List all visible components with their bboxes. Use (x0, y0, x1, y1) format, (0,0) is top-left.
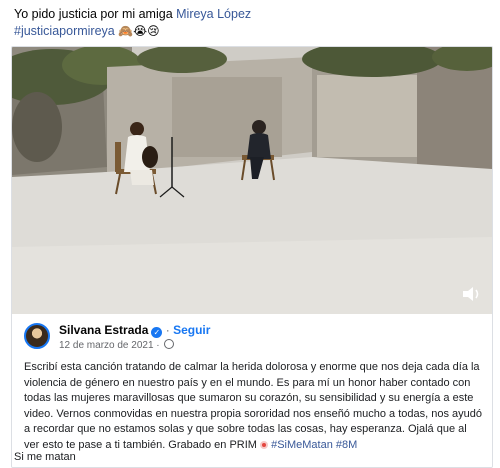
verified-icon: ✓ (151, 327, 163, 338)
video-player[interactable] (12, 47, 492, 314)
post-text-body: Yo pido justicia por mi amiga (14, 7, 177, 21)
speaker-icon (463, 287, 479, 301)
volume-button[interactable] (460, 284, 482, 304)
hashtag-8m[interactable]: #8M (336, 439, 357, 451)
date-separator: · (153, 340, 163, 351)
avatar[interactable] (24, 323, 50, 349)
description-text: Escribí esta canción tratando de calmar … (24, 361, 483, 451)
mention-link[interactable]: Mireya López (176, 7, 251, 21)
post-description: Escribí esta canción tratando de calmar … (24, 360, 482, 454)
hashtag-link[interactable]: #justiciapormireya (14, 24, 115, 38)
follow-button[interactable]: Seguir (173, 323, 210, 337)
author-name[interactable]: Silvana Estrada (59, 323, 148, 337)
separator: · (165, 323, 170, 337)
song-title: Si me matan (14, 451, 76, 463)
globe-icon (164, 339, 175, 349)
emoji-group: 🙈😭😢 (118, 24, 160, 38)
video-card: Silvana Estrada ✓ · Seguir 12 de marzo de… (11, 46, 493, 468)
author-row: Silvana Estrada ✓ · Seguir (59, 323, 210, 338)
post-text: Yo pido justicia por mi amiga Mireya Lóp… (14, 6, 484, 40)
post-date[interactable]: 12 de marzo de 2021 (59, 340, 154, 351)
record-icon (260, 440, 269, 449)
post-meta: 12 de marzo de 2021 · (59, 339, 175, 351)
hashtag-simematan[interactable]: #SiMeMatan (271, 439, 333, 451)
video-frame (12, 47, 492, 314)
embedded-post: Silvana Estrada ✓ · Seguir 12 de marzo de… (12, 314, 492, 467)
